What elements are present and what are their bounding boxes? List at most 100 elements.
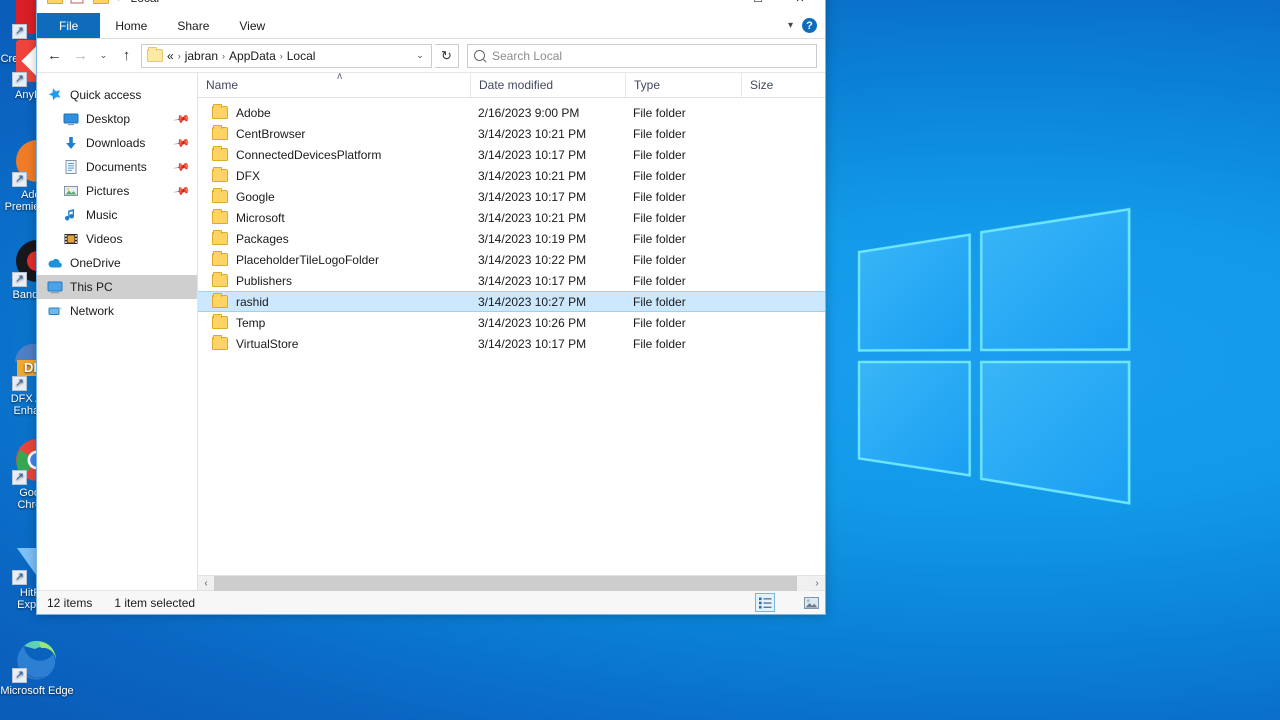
folder-icon bbox=[212, 335, 228, 350]
breadcrumb-separator[interactable]: › bbox=[280, 51, 283, 61]
properties-icon[interactable] bbox=[70, 0, 86, 5]
new-folder-icon[interactable] bbox=[93, 0, 109, 5]
type-cell: File folder bbox=[633, 336, 686, 351]
column-header-name[interactable]: Name ∧ bbox=[198, 71, 470, 97]
network-icon bbox=[47, 303, 63, 319]
breadcrumb-dropdown-icon[interactable]: ⌄ bbox=[411, 50, 429, 61]
minimize-button[interactable]: — bbox=[695, 0, 737, 12]
tab-file[interactable]: File bbox=[37, 13, 101, 38]
table-row[interactable]: DFX 3/14/2023 10:21 PM File folder bbox=[198, 165, 825, 186]
breadcrumb-item-appdata[interactable]: AppData bbox=[229, 49, 276, 63]
breadcrumb-overflow[interactable]: « bbox=[167, 49, 174, 63]
breadcrumb-separator[interactable]: › bbox=[222, 51, 225, 61]
file-name-label: DFX bbox=[236, 168, 260, 183]
sidebar-item-network[interactable]: Network bbox=[37, 299, 197, 323]
column-header-date-modified[interactable]: Date modified bbox=[470, 73, 625, 97]
tab-view[interactable]: View bbox=[224, 13, 280, 38]
file-explorer-window[interactable]: ▾ Local — ☐ ✕ File Home Share View ▾ ? ←… bbox=[36, 0, 826, 615]
downloads-icon bbox=[63, 135, 79, 151]
type-cell: File folder bbox=[633, 315, 686, 330]
window-titlebar[interactable]: ▾ Local — ☐ ✕ bbox=[37, 0, 825, 13]
folder-icon[interactable] bbox=[47, 0, 63, 5]
folder-icon bbox=[212, 293, 228, 308]
scroll-right-arrow[interactable]: › bbox=[809, 578, 825, 589]
date-modified-cell: 3/14/2023 10:17 PM bbox=[478, 147, 587, 162]
breadcrumb[interactable]: « › jabran › AppData › Local ⌄ bbox=[141, 43, 432, 68]
table-row[interactable]: Temp 3/14/2023 10:26 PM File folder bbox=[198, 312, 825, 333]
selection-status: 1 item selected bbox=[114, 595, 196, 610]
sidebar-item-this-pc[interactable]: This PC bbox=[37, 275, 197, 299]
pin-icon[interactable]: 📌 bbox=[173, 182, 192, 201]
sidebar-item-quick-access[interactable]: Quick access bbox=[37, 83, 197, 107]
chevron-down-icon[interactable]: ▾ bbox=[788, 20, 793, 31]
window-body: Quick access Desktop 📌 Downloads 📌 Docum… bbox=[37, 71, 825, 591]
table-row[interactable]: ConnectedDevicesPlatform 3/14/2023 10:17 … bbox=[198, 144, 825, 165]
large-icons-view-button[interactable] bbox=[801, 593, 821, 612]
navigation-pane[interactable]: Quick access Desktop 📌 Downloads 📌 Docum… bbox=[37, 73, 198, 590]
scroll-track[interactable] bbox=[214, 575, 809, 591]
refresh-button[interactable]: ↻ bbox=[435, 43, 459, 68]
desktop[interactable]: ↗ Adobe Creative Cloud ↗ AnyDesk ↗ Adobe… bbox=[0, 0, 1280, 720]
details-view-button[interactable] bbox=[755, 593, 775, 612]
forward-button[interactable]: → bbox=[69, 44, 92, 68]
up-button[interactable]: ↑ bbox=[115, 44, 138, 68]
breadcrumb-separator[interactable]: › bbox=[178, 51, 181, 61]
file-name-cell: Google bbox=[198, 188, 470, 204]
table-row[interactable]: rashid 3/14/2023 10:27 PM File folder bbox=[198, 291, 825, 312]
close-button[interactable]: ✕ bbox=[779, 0, 821, 12]
quick-access-toolbar[interactable]: ▾ bbox=[41, 0, 121, 5]
folder-icon bbox=[212, 209, 228, 224]
sidebar-item-documents[interactable]: Documents 📌 bbox=[37, 155, 197, 179]
table-row[interactable]: CentBrowser 3/14/2023 10:21 PM File folder bbox=[198, 123, 825, 144]
folder-icon bbox=[212, 251, 228, 266]
sidebar-item-onedrive[interactable]: OneDrive bbox=[37, 251, 197, 275]
type-cell: File folder bbox=[633, 168, 686, 183]
help-icon[interactable]: ? bbox=[802, 18, 817, 33]
table-row[interactable]: Adobe 2/16/2023 9:00 PM File folder bbox=[198, 102, 825, 123]
scroll-left-arrow[interactable]: ‹ bbox=[198, 578, 214, 589]
horizontal-scrollbar[interactable]: ‹ › bbox=[198, 575, 825, 591]
sidebar-item-label: Videos bbox=[86, 232, 123, 246]
search-input[interactable]: Search Local bbox=[467, 43, 817, 68]
tab-share[interactable]: Share bbox=[162, 13, 224, 38]
sidebar-item-desktop[interactable]: Desktop 📌 bbox=[37, 107, 197, 131]
table-row[interactable]: Google 3/14/2023 10:17 PM File folder bbox=[198, 186, 825, 207]
scroll-thumb[interactable] bbox=[214, 575, 798, 591]
table-row[interactable]: Publishers 3/14/2023 10:17 PM File folder bbox=[198, 270, 825, 291]
file-list[interactable]: Adobe 2/16/2023 9:00 PM File folder CentBro… bbox=[198, 98, 825, 575]
pin-icon[interactable]: 📌 bbox=[173, 158, 192, 177]
sidebar-item-pictures[interactable]: Pictures 📌 bbox=[37, 179, 197, 203]
date-modified-cell: 2/16/2023 9:00 PM bbox=[478, 105, 580, 120]
file-name-cell: Publishers bbox=[198, 272, 470, 288]
maximize-button[interactable]: ☐ bbox=[737, 0, 779, 12]
table-row[interactable]: Microsoft 3/14/2023 10:21 PM File folder bbox=[198, 207, 825, 228]
sidebar-item-videos[interactable]: Videos bbox=[37, 227, 197, 251]
file-name-label: ConnectedDevicesPlatform bbox=[236, 147, 382, 162]
shortcut-arrow-icon: ↗ bbox=[12, 376, 27, 391]
date-modified-cell: 3/14/2023 10:17 PM bbox=[478, 336, 587, 351]
table-row[interactable]: PlaceholderTileLogoFolder 3/14/2023 10:22… bbox=[198, 249, 825, 270]
tab-home[interactable]: Home bbox=[100, 13, 162, 38]
column-headers[interactable]: Name ∧ Date modified Type Size bbox=[198, 71, 825, 98]
window-controls[interactable]: — ☐ ✕ bbox=[695, 0, 821, 12]
sidebar-item-downloads[interactable]: Downloads 📌 bbox=[37, 131, 197, 155]
pin-icon[interactable]: 📌 bbox=[173, 110, 192, 129]
breadcrumb-item-jabran[interactable]: jabran bbox=[185, 49, 218, 63]
content-pane[interactable]: Name ∧ Date modified Type Size Adobe 2/16… bbox=[198, 71, 825, 591]
type-cell: File folder bbox=[633, 231, 686, 246]
back-button[interactable]: ← bbox=[43, 44, 66, 68]
table-row[interactable]: Packages 3/14/2023 10:19 PM File folder bbox=[198, 228, 825, 249]
column-header-size[interactable]: Size bbox=[741, 73, 806, 97]
breadcrumb-item-local[interactable]: Local bbox=[287, 49, 316, 63]
ribbon-tab-bar[interactable]: File Home Share View ▾ ? bbox=[37, 13, 825, 39]
column-header-type[interactable]: Type bbox=[625, 73, 741, 97]
sidebar-item-music[interactable]: Music bbox=[37, 203, 197, 227]
recent-locations-button[interactable]: ⌄ bbox=[95, 44, 112, 68]
microsoft-edge-icon: ↗ bbox=[12, 636, 60, 683]
address-bar-row[interactable]: ← → ⌄ ↑ « › jabran › AppData › Local ⌄ ↻ bbox=[37, 39, 825, 73]
file-name-cell: Adobe bbox=[198, 104, 470, 120]
table-row[interactable]: VirtualStore 3/14/2023 10:17 PM File folde… bbox=[198, 333, 825, 354]
desktop-icon-microsoft-edge[interactable]: ↗ Microsoft Edge bbox=[0, 636, 74, 697]
file-name-cell: rashid bbox=[198, 293, 470, 309]
pin-icon[interactable]: 📌 bbox=[173, 134, 192, 153]
